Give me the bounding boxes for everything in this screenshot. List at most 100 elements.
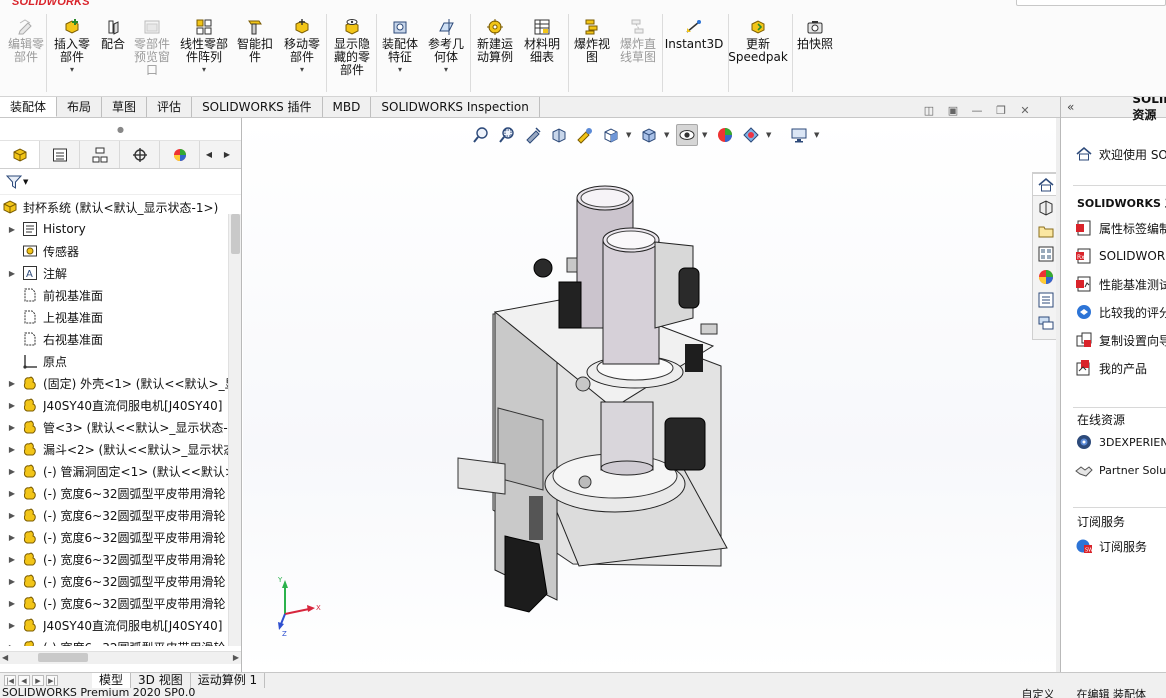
command-tab[interactable]: MBD xyxy=(323,97,372,117)
tree-vertical-scrollbar[interactable] xyxy=(228,214,241,646)
tree-row[interactable]: ▶ J40SY40直流伺服电机[J40SY40] xyxy=(0,614,228,636)
collapse-task-pane-icon[interactable]: « xyxy=(1067,100,1074,114)
chevron-down-icon[interactable]: ▾ xyxy=(70,65,74,74)
expand-arrow-icon[interactable]: ▶ xyxy=(6,269,18,278)
property-manager-tab[interactable] xyxy=(40,141,80,168)
hscroll-thumb[interactable] xyxy=(38,653,88,662)
tree-horizontal-scrollbar[interactable]: ◀ ▶ xyxy=(0,651,241,664)
dimxpert-manager-tab[interactable] xyxy=(120,141,160,168)
mate-button[interactable]: 配合 xyxy=(98,18,128,51)
tree-row[interactable]: ▶ (固定) 外壳<1> (默认<<默认>_显示状态-1>) xyxy=(0,372,228,394)
new-motion-study-button[interactable]: 新建运 动算例 xyxy=(474,18,516,64)
tree-row[interactable]: ▶ (-) 宽度6~32圆弧型平皮带用滑轮 xyxy=(0,636,228,646)
task-pane-link[interactable]: SW 订阅服务 xyxy=(1075,537,1147,555)
component-preview-button[interactable]: 零部件 预览窗 口 xyxy=(132,18,172,77)
command-tab[interactable]: 布局 xyxy=(57,97,103,117)
design-library-tab-icon[interactable] xyxy=(1033,196,1058,219)
zoom-to-area-button[interactable] xyxy=(496,124,518,146)
welcome-link[interactable]: 欢迎使用 SOLIDWORKS xyxy=(1075,145,1166,163)
tree-row[interactable]: ▶ (-) 宽度6~32圆弧型平皮带用滑轮 xyxy=(0,592,228,614)
view-settings-caret[interactable]: ▼ xyxy=(814,131,822,139)
tree-row[interactable]: ▶ (-) 宽度6~32圆弧型平皮带用滑轮 xyxy=(0,482,228,504)
panel-grip[interactable]: ● xyxy=(0,118,241,141)
tree-row[interactable]: ▶ (-) 宽度6~32圆弧型平皮带用滑轮 xyxy=(0,570,228,592)
tree-row[interactable]: ▶ J40SY40直流伺服电机[J40SY40] xyxy=(0,394,228,416)
filter-dropdown-caret[interactable]: ▼ xyxy=(23,178,28,186)
first-tab-icon[interactable]: |◀ xyxy=(4,675,16,686)
chevron-down-icon[interactable]: ▾ xyxy=(300,65,304,74)
section-view-button[interactable] xyxy=(548,124,570,146)
tree-row[interactable]: ▶ (-) 宽度6~32圆弧型平皮带用滑轮 xyxy=(0,548,228,570)
expand-arrow-icon[interactable]: ▶ xyxy=(6,621,18,630)
task-pane-link[interactable]: 性能基准测试 xyxy=(1075,275,1166,293)
next-tab-icon[interactable]: ▶ xyxy=(32,675,44,686)
chevron-down-icon[interactable]: ▾ xyxy=(202,65,206,74)
tree-root[interactable]: 封杯系统 (默认<默认_显示状态-1>) xyxy=(0,196,228,218)
status-custom[interactable]: 自定义 xyxy=(1022,688,1055,698)
tab-scroll-right[interactable]: ▶ xyxy=(218,141,236,168)
display-style-caret[interactable]: ▼ xyxy=(664,131,672,139)
tree-row[interactable]: ▶ 漏斗<2> (默认<<默认>_显示状态-1>) xyxy=(0,438,228,460)
document-tab[interactable]: 运动算例 1 xyxy=(191,672,266,689)
chevron-down-icon[interactable]: ▾ xyxy=(398,65,402,74)
view-orientation-caret[interactable]: ▼ xyxy=(626,131,634,139)
edit-component-button[interactable]: 编辑零 部件 xyxy=(6,18,46,64)
display-style-button[interactable] xyxy=(638,124,660,146)
bom-button[interactable]: 材料明 细表 xyxy=(522,18,562,64)
task-pane-link[interactable]: Rx SOLIDWORKS Rx xyxy=(1075,247,1166,265)
configuration-manager-tab[interactable] xyxy=(80,141,120,168)
tree-row[interactable]: 右视基准面 xyxy=(0,328,228,350)
document-tab[interactable]: 模型 xyxy=(92,672,132,689)
command-tab[interactable]: SOLIDWORKS 插件 xyxy=(192,97,323,117)
task-pane-link[interactable]: 复制设置向导 xyxy=(1075,331,1166,349)
instant3d-button[interactable]: Instant3D xyxy=(665,18,723,51)
command-tab[interactable]: SOLIDWORKS Inspection xyxy=(371,97,540,117)
filter-icon[interactable] xyxy=(6,174,22,190)
hide-show-items-button[interactable] xyxy=(676,124,698,146)
last-tab-icon[interactable]: ▶| xyxy=(46,675,58,686)
tree-row[interactable]: ▶ 管<3> (默认<<默认>_显示状态-1>) xyxy=(0,416,228,438)
update-speedpak-button[interactable]: 更新 Speedpak xyxy=(728,18,788,64)
tree-row[interactable]: 传感器 xyxy=(0,240,228,262)
chevron-down-icon[interactable]: ▾ xyxy=(444,65,448,74)
apply-scene-caret[interactable]: ▼ xyxy=(766,131,774,139)
display-manager-tab[interactable] xyxy=(160,141,200,168)
restore-icon[interactable]: ❐ xyxy=(994,104,1008,118)
view-palette-tab-icon[interactable] xyxy=(1033,242,1058,265)
exploded-view-button[interactable]: 爆炸视 图 xyxy=(572,18,612,64)
command-tab[interactable]: 草图 xyxy=(102,97,148,117)
tree-row[interactable]: 原点 xyxy=(0,350,228,372)
expand-arrow-icon[interactable]: ▶ xyxy=(6,445,18,454)
task-pane-link[interactable]: 我的产品 xyxy=(1075,359,1147,377)
expand-arrow-icon[interactable]: ▶ xyxy=(6,379,18,388)
expand-arrow-icon[interactable]: ▶ xyxy=(6,533,18,542)
feature-manager-tab[interactable] xyxy=(0,141,40,168)
smart-fasteners-button[interactable]: 智能扣 件 xyxy=(236,18,274,64)
graphics-area[interactable]: Y X Z xyxy=(243,118,1059,672)
tree-row[interactable]: ▶ History xyxy=(0,218,228,240)
apply-scene-button[interactable] xyxy=(740,124,762,146)
insert-component-button[interactable]: 插入零 部件 ▾ xyxy=(50,18,94,74)
command-tab[interactable]: 装配体 xyxy=(0,97,58,117)
reference-geometry-button[interactable]: 参考几 何体 ▾ xyxy=(426,18,466,74)
scroll-left-arrow[interactable]: ◀ xyxy=(2,653,8,662)
linear-pattern-button[interactable]: 线性零部 件阵列 ▾ xyxy=(176,18,232,74)
tree-row[interactable]: 前视基准面 xyxy=(0,284,228,306)
expand-arrow-icon[interactable]: ▶ xyxy=(6,401,18,410)
expand-panel-icon[interactable]: ▣ xyxy=(946,104,960,118)
expand-arrow-icon[interactable]: ▶ xyxy=(6,423,18,432)
show-hidden-button[interactable]: 显示隐 藏的零 部件 xyxy=(330,18,374,77)
expand-arrow-icon[interactable]: ▶ xyxy=(6,225,18,234)
scrollbar-thumb[interactable] xyxy=(231,214,240,254)
custom-properties-tab-icon[interactable] xyxy=(1033,288,1058,311)
tree-row[interactable]: ▶ (-) 管漏洞固定<1> (默认<<默认>_显示状态-1>) xyxy=(0,460,228,482)
view-settings-button[interactable] xyxy=(788,124,810,146)
task-pane-link[interactable]: 比较我的评分 xyxy=(1075,303,1166,321)
search-box[interactable] xyxy=(1016,0,1166,6)
previous-view-button[interactable] xyxy=(522,124,544,146)
close-icon[interactable]: ✕ xyxy=(1018,104,1032,118)
tab-scroll-left[interactable]: ◀ xyxy=(200,141,218,168)
appearances-tab-icon[interactable] xyxy=(1033,265,1058,288)
assembly-features-button[interactable]: 装配体 特征 ▾ xyxy=(380,18,420,74)
tree-filter[interactable]: ▼ xyxy=(0,169,241,195)
